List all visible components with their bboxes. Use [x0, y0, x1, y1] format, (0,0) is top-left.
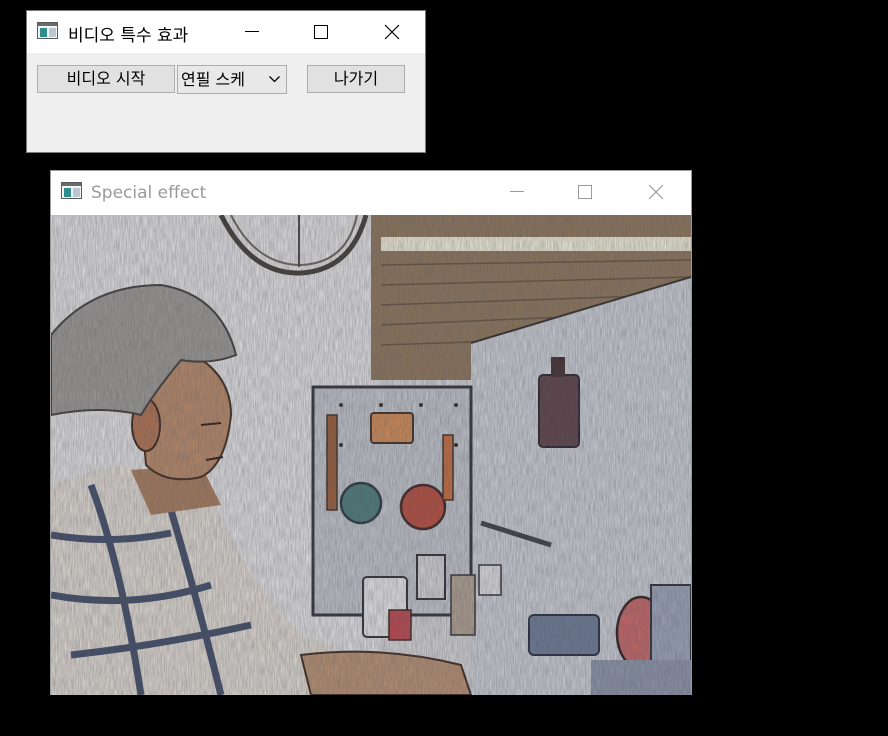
app-window-icon — [37, 22, 58, 39]
chevron-down-icon — [269, 76, 280, 83]
video-window-title: Special effect — [91, 183, 207, 203]
app-window-icon — [61, 182, 82, 199]
start-video-button[interactable]: 비디오 시작 — [37, 65, 175, 93]
close-icon — [648, 184, 664, 200]
close-button[interactable] — [369, 11, 415, 53]
minimize-icon — [245, 31, 259, 32]
minimize-button[interactable] — [229, 11, 275, 53]
close-button[interactable] — [633, 171, 679, 213]
video-window: Special effect — [50, 170, 692, 695]
exit-button[interactable]: 나가기 — [307, 65, 405, 93]
control-window: 비디오 특수 효과 비디오 시작 연필 스케 나가기 — [26, 10, 426, 153]
effect-select[interactable]: 연필 스케 — [177, 65, 287, 94]
minimize-button[interactable] — [494, 171, 540, 213]
video-window-titlebar[interactable]: Special effect — [51, 171, 691, 215]
close-icon — [384, 24, 400, 40]
maximize-button[interactable] — [298, 11, 344, 53]
control-window-titlebar[interactable]: 비디오 특수 효과 — [27, 11, 425, 53]
minimize-icon — [510, 191, 524, 192]
video-frame — [51, 215, 691, 695]
maximize-icon — [578, 185, 592, 199]
maximize-button[interactable] — [562, 171, 608, 213]
pencil-sketch-frame — [51, 215, 691, 695]
effect-select-value: 연필 스케 — [181, 70, 245, 89]
maximize-icon — [314, 25, 328, 39]
window-title: 비디오 특수 효과 — [68, 26, 189, 46]
